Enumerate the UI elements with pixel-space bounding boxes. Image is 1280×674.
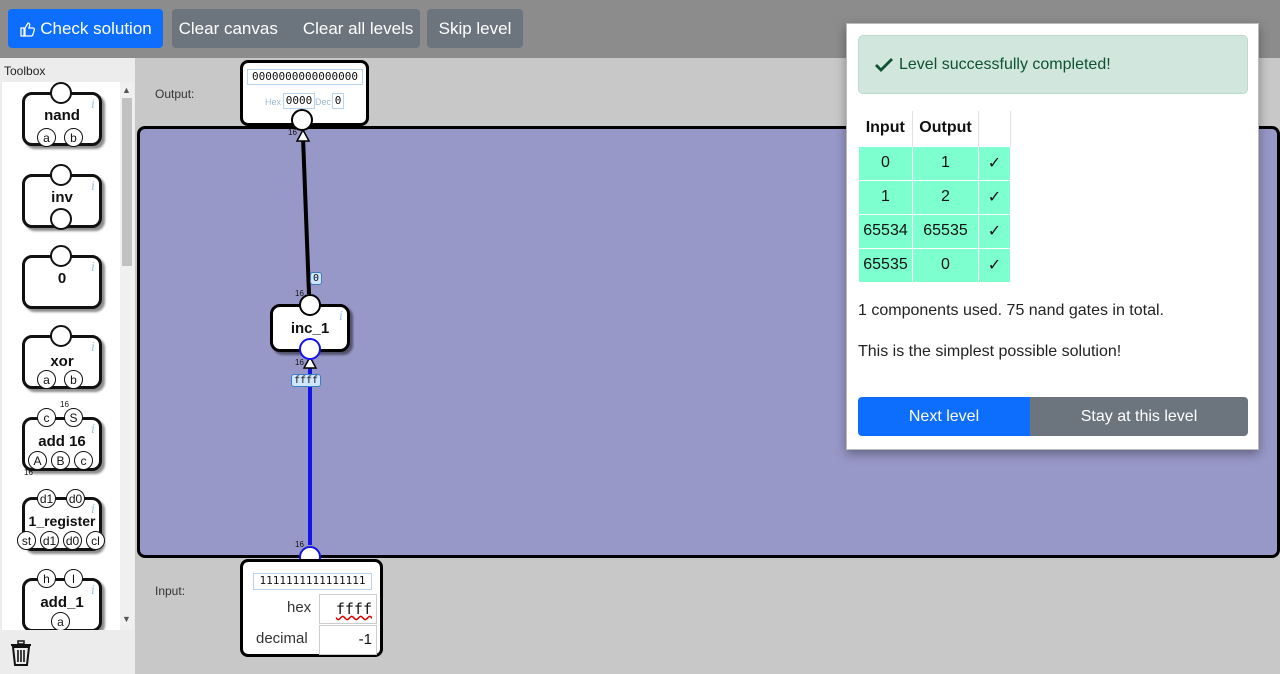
cell-output: 65535 [912, 213, 979, 249]
width-label: 16 [295, 289, 304, 298]
output-dec-label: Dec [315, 97, 332, 107]
header-output: Output [912, 111, 979, 146]
cell-output: 2 [912, 179, 979, 215]
output-hex: 0000 [283, 93, 315, 109]
cell-input: 1 [858, 179, 913, 215]
success-alert: Level successfully completed! [858, 35, 1248, 94]
input-panel: 1111111111111111 hex ffff decimal -1 [240, 559, 383, 657]
wire-value-top: 0 [310, 272, 323, 285]
check-mark-icon: ✓ [978, 179, 1011, 215]
stay-level-button[interactable]: Stay at this level [1030, 397, 1248, 436]
input-hex-label: hex [287, 599, 312, 616]
cell-output: 1 [912, 145, 979, 181]
width-label: 16 [295, 358, 304, 367]
header-input: Input [858, 111, 913, 146]
table-row: 65534 65535 ✓ [858, 213, 1011, 249]
output-bits: 0000000000000000 [247, 69, 363, 85]
simplest-text: This is the simplest possible solution! [858, 343, 1122, 360]
check-mark-icon: ✓ [978, 247, 1011, 283]
info-icon[interactable]: i [339, 309, 343, 323]
result-modal: Level successfully completed! Input Outp… [846, 23, 1259, 450]
cell-input: 65535 [858, 247, 913, 283]
check-mark-icon: ✓ [978, 213, 1011, 249]
input-bits[interactable]: 1111111111111111 [253, 573, 372, 590]
input-hex-field[interactable]: ffff [319, 594, 377, 624]
cell-input: 0 [858, 145, 913, 181]
table-row: 0 1 ✓ [858, 145, 1011, 181]
component-label: inc_1 [290, 320, 330, 337]
next-level-button[interactable]: Next level [858, 397, 1030, 436]
cell-input: 65534 [858, 213, 913, 249]
input-dec-label: decimal [256, 630, 308, 647]
wire-value-bottom: ffff [291, 374, 322, 387]
check-mark-icon: ✓ [978, 145, 1011, 181]
success-text: Level successfully completed! [899, 55, 1111, 73]
output-hex-label: Hex [265, 97, 282, 107]
table-row: 1 2 ✓ [858, 179, 1011, 215]
output-dec: 0 [332, 93, 344, 109]
input-dec-field[interactable]: -1 [319, 625, 377, 655]
stats-text: 1 components used. 75 nand gates in tota… [858, 302, 1164, 319]
results-table: Input Output 0 1 ✓ 1 2 ✓ 65534 65535 ✓ 6… [858, 111, 1011, 283]
width-label: 16 [288, 128, 297, 137]
inc1-input-connector[interactable] [299, 338, 321, 360]
check-icon [875, 57, 893, 72]
header-check [978, 111, 1011, 146]
cell-output: 0 [912, 247, 979, 283]
table-row: 65535 0 ✓ [858, 247, 1011, 283]
width-label: 16 [295, 540, 304, 549]
